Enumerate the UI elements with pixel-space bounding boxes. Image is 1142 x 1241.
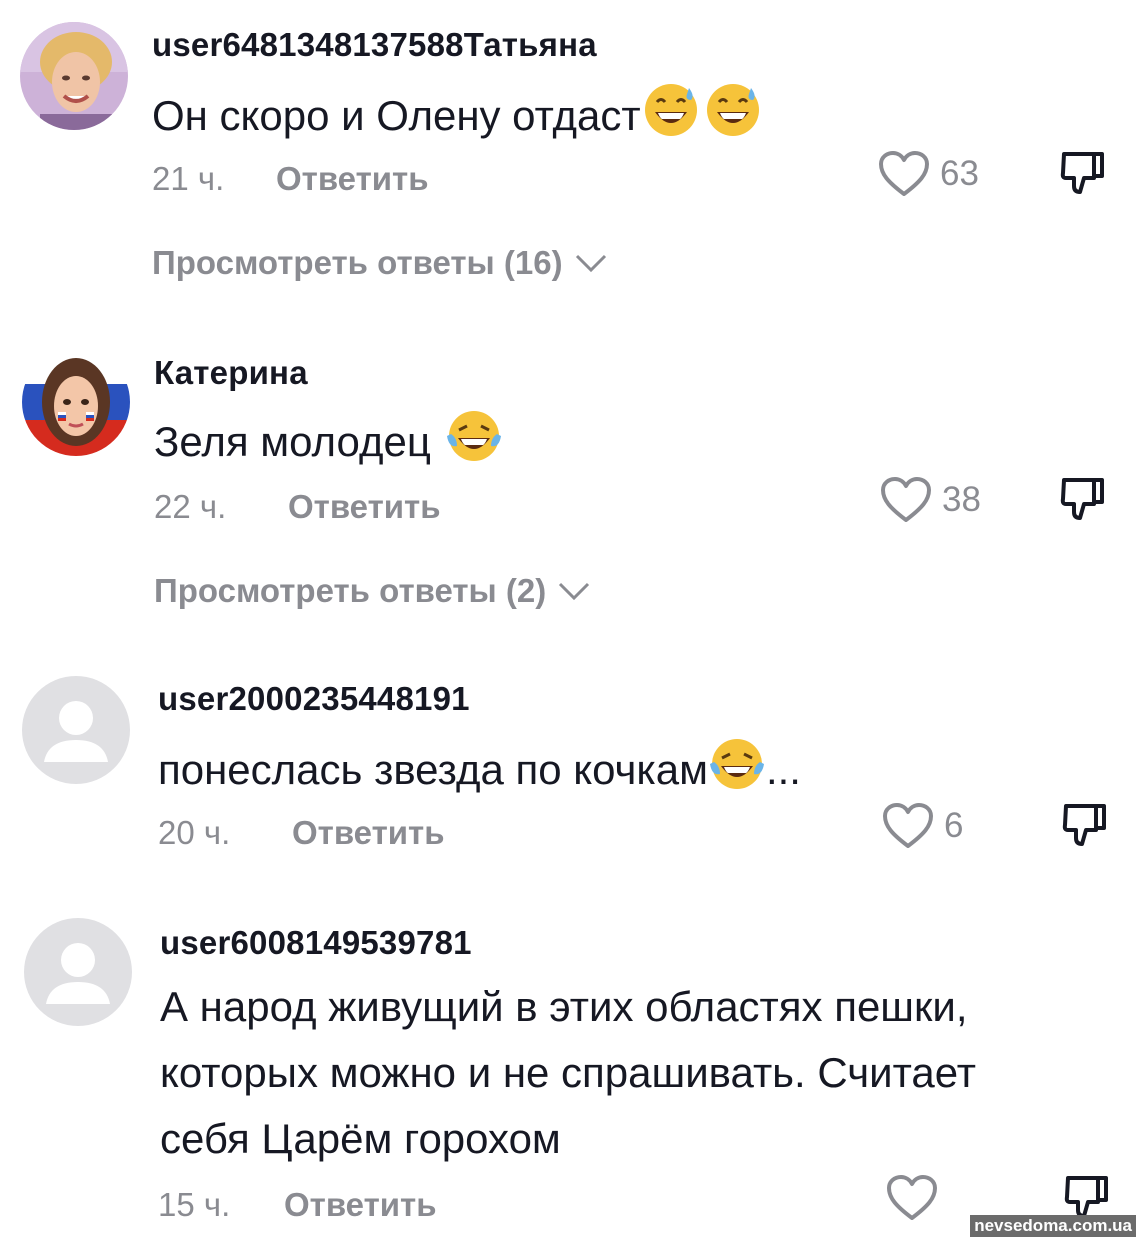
comment-timestamp: 22 ч. <box>154 488 227 525</box>
heart-icon <box>887 1175 937 1220</box>
heart-icon <box>879 151 929 196</box>
comment-text-content: Он скоро и Олену отдаст <box>152 92 641 139</box>
comment-timestamp: 21 ч. <box>152 160 225 197</box>
avatar[interactable] <box>22 676 130 784</box>
like-button[interactable]: 63 <box>878 150 979 198</box>
view-replies-label: Просмотреть ответы (16) <box>152 244 563 281</box>
comment-text: А народ живущий в этих областях пешки, к… <box>160 974 976 1172</box>
thumbs-down-icon <box>1060 478 1104 520</box>
like-button[interactable]: 6 <box>882 802 963 850</box>
avatar[interactable] <box>22 348 130 456</box>
dislike-button[interactable] <box>1058 148 1108 203</box>
default-avatar-icon <box>22 676 130 784</box>
like-button[interactable] <box>886 1174 948 1222</box>
comment-timestamp: 20 ч. <box>158 814 231 851</box>
comment-text-line: А народ живущий в этих областях пешки, <box>160 983 968 1030</box>
like-count: 38 <box>942 480 981 519</box>
comment-text-ellipsis: ... <box>765 746 801 793</box>
reply-button[interactable]: Ответить <box>288 488 441 526</box>
watermark: nevsedoma.com.ua <box>970 1215 1136 1237</box>
chevron-down-icon <box>559 582 590 601</box>
comment-text-line: которых можно и не спрашивать. Считает <box>160 1049 976 1096</box>
comment-text: Он скоро и Олену отдаст <box>152 82 761 157</box>
sweat-smile-emoji-icon <box>705 82 761 157</box>
heart-icon <box>881 477 931 522</box>
reply-button[interactable]: Ответить <box>292 814 445 852</box>
avatar[interactable] <box>20 22 128 130</box>
comment-username[interactable]: user6008149539781 <box>160 924 472 962</box>
sweat-smile-emoji-icon <box>643 82 699 157</box>
thumbs-down-icon <box>1060 152 1104 194</box>
tears-of-joy-emoji-icon <box>445 408 503 483</box>
default-avatar-icon <box>24 918 132 1026</box>
tears-of-joy-emoji-icon <box>708 736 766 811</box>
view-replies-button[interactable]: Просмотреть ответы (16) <box>152 244 609 282</box>
comment-text: понеслась звезда по кочкам... <box>158 736 801 811</box>
heart-icon <box>883 803 933 848</box>
like-button[interactable]: 38 <box>880 476 981 524</box>
thumbs-down-icon <box>1062 804 1106 846</box>
comment-text-line: себя Царём горохом <box>160 1115 561 1162</box>
dislike-button[interactable] <box>1058 474 1108 529</box>
comment-timestamp: 15 ч. <box>158 1186 231 1223</box>
avatar[interactable] <box>24 918 132 1026</box>
chevron-down-icon <box>575 254 606 273</box>
reply-button[interactable]: Ответить <box>276 160 429 198</box>
comment-text-content: Зеля молодец <box>154 418 431 465</box>
view-replies-button[interactable]: Просмотреть ответы (2) <box>154 572 592 610</box>
comment-username[interactable]: user2000235448191 <box>158 680 470 718</box>
comment-username[interactable]: Катерина <box>154 354 308 392</box>
dislike-button[interactable] <box>1060 800 1110 855</box>
view-replies-label: Просмотреть ответы (2) <box>154 572 547 609</box>
like-count: 6 <box>944 806 964 845</box>
comment-username[interactable]: user6481348137588Татьяна <box>152 26 597 64</box>
comment-text: Зеля молодец <box>154 408 503 483</box>
reply-button[interactable]: Ответить <box>284 1186 437 1224</box>
comment-text-content: понеслась звезда по кочкам <box>158 746 708 793</box>
like-count: 63 <box>940 154 979 193</box>
